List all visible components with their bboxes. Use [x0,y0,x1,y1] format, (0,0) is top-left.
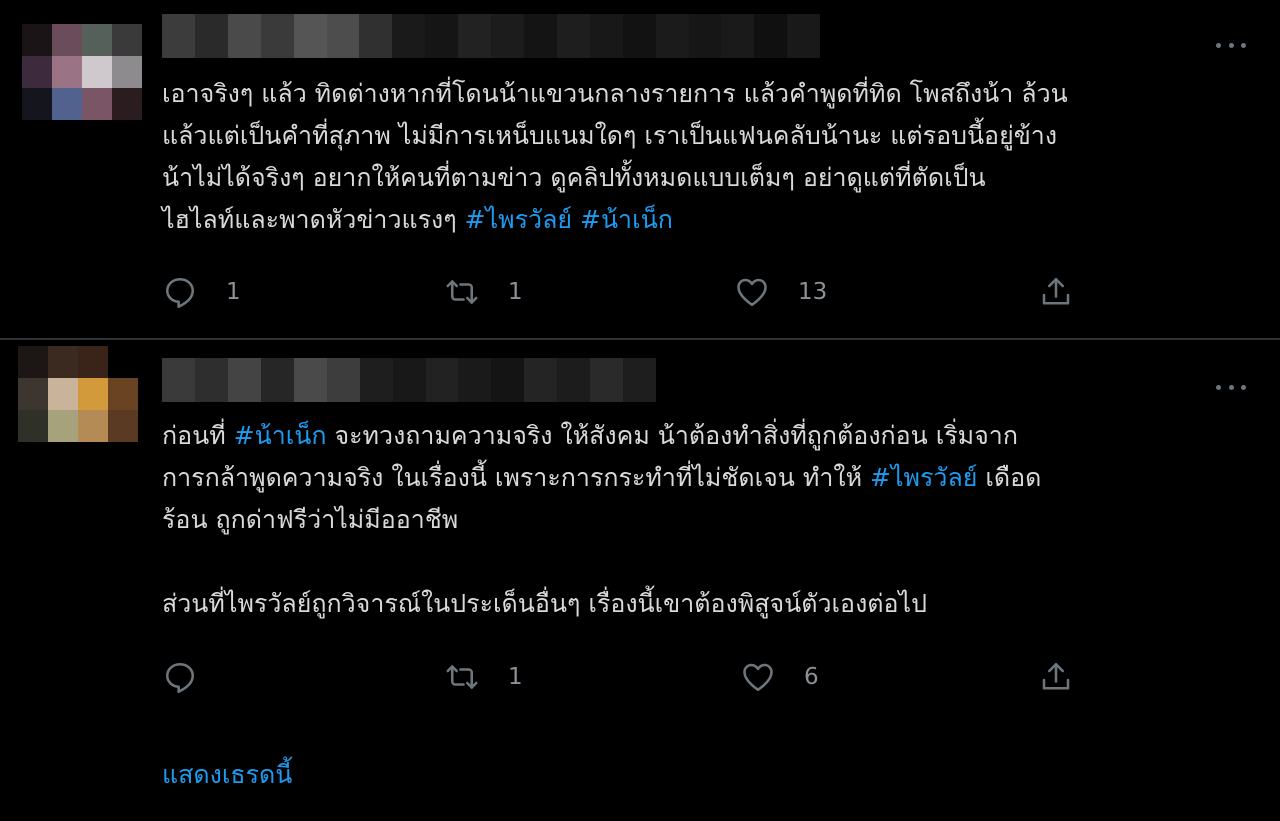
reply-icon [165,662,195,693]
tweet-text-segment: การกล้าพูดความจริง ในเรื่องนี้ เพราะการก… [162,463,870,492]
share-icon [1042,662,1070,690]
like-count: 6 [804,664,819,690]
tweet-actions: 1 6 [162,657,1082,697]
tweet-text: ก่อนที่ #น้าเน็ก จะทวงถามความจริง ให้สัง… [162,415,1232,625]
avatar[interactable] [18,346,138,442]
tweet-text-line: ก่อนที่ #น้าเน็ก จะทวงถามความจริง ให้สัง… [162,415,1232,457]
tweet-text-line: การกล้าพูดความจริง ในเรื่องนี้ เพราะการก… [162,457,1232,499]
hashtag-link[interactable]: #ไพรวัลย์ [870,463,977,492]
more-options-icon[interactable] [1216,382,1246,392]
reply-button[interactable] [162,657,226,697]
show-thread-link[interactable]: แสดงเธรดนี้ [162,755,292,795]
share-button[interactable] [1038,657,1074,697]
like-button[interactable]: 6 [740,657,819,697]
retweet-icon [446,665,478,689]
tweet-text-segment: จะทวงถามความจริง ให้สังคม น้าต้องทำสิ่งท… [326,421,1018,450]
tweet-feed: เอาจริงๆ แล้ว ทิดต่างหากที่โดนน้าแขวนกลา… [0,0,1280,821]
tweet-text-segment: ก่อนที่ [162,421,234,450]
hashtag-link[interactable]: #น้าเน็ก [234,421,327,450]
tweet-text-segment: เดือด [977,463,1042,492]
retweet-count: 1 [508,664,523,690]
heart-icon [743,663,773,692]
tweet-text-line: ร้อน ถูกด่าฟรีว่าไม่มีออาชีพ [162,499,1232,541]
tweet-text-line: ส่วนที่ไพรวัลย์ถูกวิจารณ์ในประเด็นอื่นๆ … [162,583,1232,625]
tweet-text-segment: ร้อน ถูกด่าฟรีว่าไม่มีออาชีพ [162,505,459,534]
username-blurred[interactable] [162,358,657,402]
tweet[interactable]: ก่อนที่ #น้าเน็ก จะทวงถามความจริง ให้สัง… [0,0,1280,821]
tweet-text-segment: ส่วนที่ไพรวัลย์ถูกวิจารณ์ในประเด็นอื่นๆ … [162,589,927,618]
retweet-button[interactable]: 1 [444,657,523,697]
